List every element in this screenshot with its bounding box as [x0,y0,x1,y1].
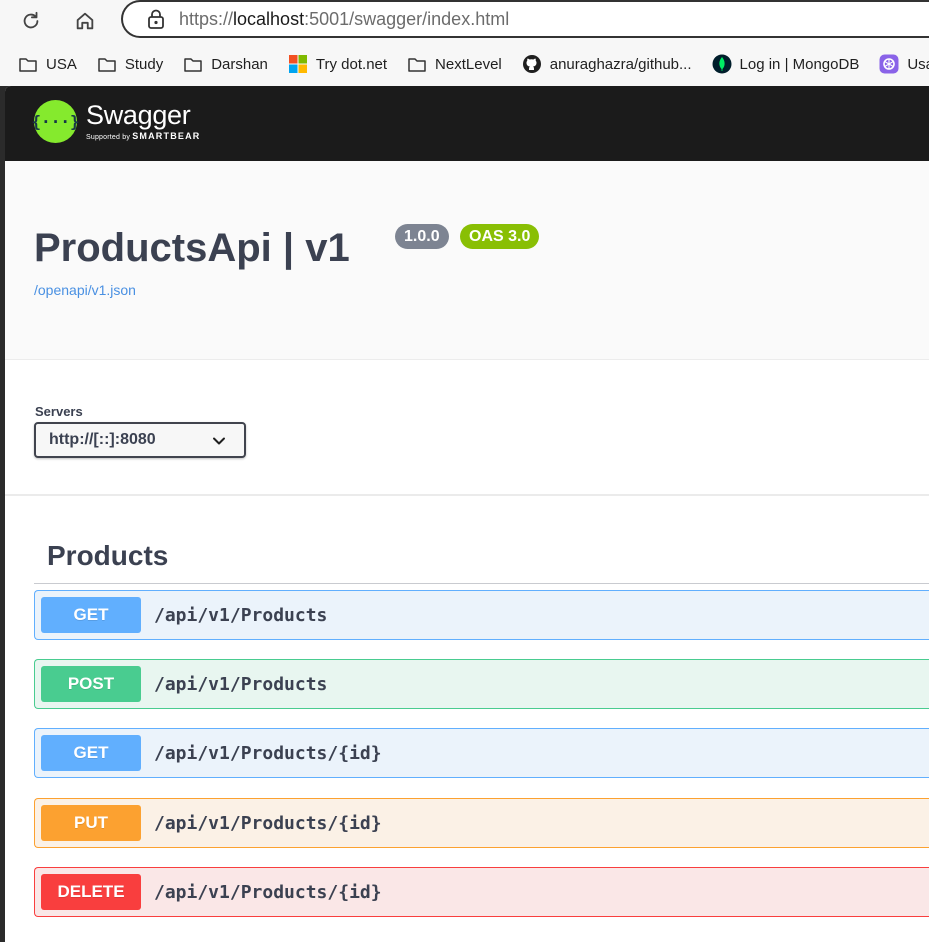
home-button[interactable] [70,6,100,36]
bookmark-study[interactable]: Study [97,54,163,74]
version-badge: 1.0.0 [395,224,449,249]
bookmark-usa[interactable]: USA [18,54,77,74]
operation-path: /api/v1/Products/{id} [154,881,382,903]
chevron-down-icon [213,437,225,445]
servers-section: Servers http://[::]:8080 [5,360,929,496]
oas-badge: OAS 3.0 [460,224,540,249]
operation-get-products[interactable]: GET /api/v1/Products [34,590,929,640]
servers-select[interactable]: http://[::]:8080 [34,422,246,458]
swagger-logo-icon: {···} [31,100,80,143]
home-icon [76,12,94,30]
chatgpt-icon [879,54,899,74]
servers-label: Servers [35,404,83,419]
swagger-wordmark: Swagger [86,100,191,130]
api-info: ProductsApi | v1 1.0.0 OAS 3.0 /openapi/… [5,161,929,360]
bookmark-label: USA [46,55,77,73]
address-bar[interactable]: https://localhost:5001/swagger/index.htm… [121,0,929,38]
lock-icon [148,9,164,29]
openapi-spec-link[interactable]: /openapi/v1.json [34,282,136,298]
method-badge: POST [41,666,141,702]
operation-path: /api/v1/Products/{id} [154,812,382,834]
microsoft-icon [288,54,308,74]
bookmark-github[interactable]: anuraghazra/github... [522,54,692,74]
bookmark-chatgpt[interactable]: Usag [879,54,929,74]
bookmark-try-dotnet[interactable]: Try dot.net [288,54,387,74]
bookmark-mongodb[interactable]: Log in | MongoDB [712,54,860,74]
products-section: Products GET /api/v1/Products POST /api/… [5,496,929,942]
bookmark-label: Log in | MongoDB [739,55,860,73]
bookmark-nextlevel[interactable]: NextLevel [407,54,502,74]
method-badge: PUT [41,805,141,841]
folder-icon [407,54,427,74]
bookmark-darshan[interactable]: Darshan [183,54,268,74]
bookmark-label: Try dot.net [315,55,388,73]
swagger-logo[interactable]: {···} Swagger Supported by SMARTBEAR [31,100,201,143]
browser-chrome: https://localhost:5001/swagger/index.htm… [0,0,929,86]
method-badge: GET [41,735,141,771]
bookmark-label: NextLevel [435,55,502,73]
address-url: https://localhost:5001/swagger/index.htm… [179,8,510,29]
bookmark-label: Usag [907,55,929,73]
bookmark-label: Darshan [211,55,268,73]
swagger-topbar: {···} Swagger Supported by SMARTBEAR [5,86,929,161]
bookmarks-bar: USA Study Darshan Try dot.net NextLevel … [0,42,929,86]
tag-title: Products [47,540,169,571]
bookmark-label: Study [124,55,164,73]
operation-path: /api/v1/Products [154,673,328,695]
method-badge: GET [41,597,141,633]
operation-path: /api/v1/Products/{id} [154,742,382,764]
folder-icon [18,54,38,74]
folder-icon [97,54,117,74]
servers-selected-value: http://[::]:8080 [49,431,156,448]
operation-post-products[interactable]: POST /api/v1/Products [34,659,929,709]
browser-toolbar: https://localhost:5001/swagger/index.htm… [0,0,929,42]
operation-get-product-by-id[interactable]: GET /api/v1/Products/{id} [34,728,929,778]
github-icon [522,54,542,74]
page-title: ProductsApi | v1 [34,226,350,270]
operation-delete-product[interactable]: DELETE /api/v1/Products/{id} [34,867,929,917]
reload-icon [23,11,39,29]
swagger-logo-text: Swagger Supported by SMARTBEAR [86,100,201,141]
operation-path: /api/v1/Products [154,604,328,626]
folder-icon [183,54,203,74]
swagger-supported-by: Supported by SMARTBEAR [86,131,201,141]
mongodb-icon [712,54,732,74]
swagger-page: {···} Swagger Supported by SMARTBEAR Pro… [5,86,929,942]
reload-button[interactable] [16,6,46,36]
tag-header-products[interactable]: Products [34,532,929,584]
method-badge: DELETE [41,874,141,910]
operation-put-product[interactable]: PUT /api/v1/Products/{id} [34,798,929,848]
bookmark-label: anuraghazra/github... [549,55,692,73]
